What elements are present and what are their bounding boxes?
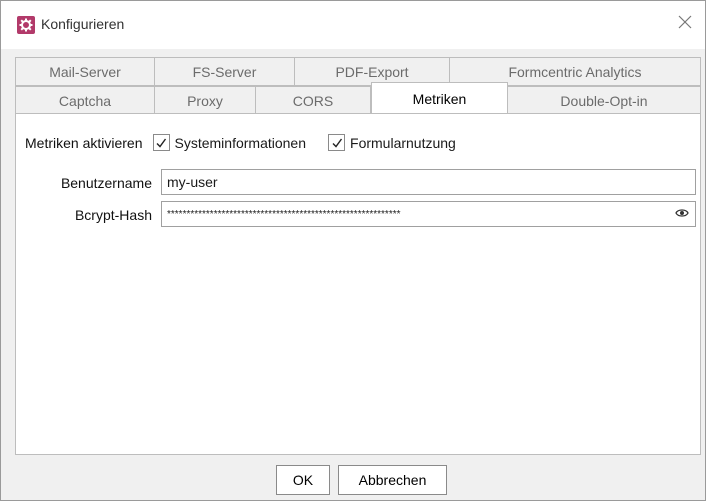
check-icon bbox=[152, 134, 170, 151]
systeminformationen-checkbox[interactable]: Systeminformationen bbox=[152, 134, 307, 151]
tab-strip: Mail-Server FS-Server PDF-Export Formcen… bbox=[15, 57, 701, 115]
tab-row-2: Captcha Proxy CORS Metriken Double-Opt-i… bbox=[15, 82, 701, 115]
tab-mail-server[interactable]: Mail-Server bbox=[15, 57, 155, 86]
window-title: Konfigurieren bbox=[41, 16, 125, 32]
cancel-button[interactable]: Abbrechen bbox=[338, 465, 447, 495]
username-label: Benutzername bbox=[60, 175, 152, 191]
metrics-row: Metriken aktivieren Systeminformationen … bbox=[25, 134, 456, 151]
ok-button[interactable]: OK bbox=[276, 465, 330, 495]
tab-captcha[interactable]: Captcha bbox=[15, 86, 155, 115]
tab-row-1: Mail-Server FS-Server PDF-Export Formcen… bbox=[15, 57, 701, 86]
systeminformationen-label: Systeminformationen bbox=[174, 134, 307, 151]
close-icon[interactable] bbox=[675, 12, 695, 32]
formularnutzung-label: Formularnutzung bbox=[350, 134, 456, 151]
check-icon bbox=[328, 134, 346, 151]
gear-icon bbox=[17, 16, 35, 34]
tab-fs-server[interactable]: FS-Server bbox=[155, 57, 295, 86]
metrics-label: Metriken aktivieren bbox=[25, 134, 143, 151]
tab-metriken[interactable]: Metriken bbox=[371, 82, 508, 115]
tab-double-opt-in[interactable]: Double-Opt-in bbox=[508, 86, 701, 115]
dialog-footer: OK Abbrechen bbox=[1, 459, 705, 499]
config-dialog: Konfigurieren Mail-Server FS-Server PDF-… bbox=[0, 0, 706, 501]
username-field[interactable]: my-user bbox=[161, 169, 696, 195]
hash-value: ****************************************… bbox=[167, 208, 401, 220]
tab-cors[interactable]: CORS bbox=[256, 86, 371, 115]
formularnutzung-checkbox[interactable]: Formularnutzung bbox=[328, 134, 456, 151]
hash-label: Bcrypt-Hash bbox=[74, 207, 152, 223]
tab-proxy[interactable]: Proxy bbox=[155, 86, 256, 115]
title-bar: Konfigurieren bbox=[1, 1, 705, 49]
eye-icon[interactable] bbox=[675, 207, 689, 222]
hash-field[interactable]: ****************************************… bbox=[161, 201, 696, 227]
tab-panel-metriken: Metriken aktivieren Systeminformationen … bbox=[15, 113, 701, 455]
